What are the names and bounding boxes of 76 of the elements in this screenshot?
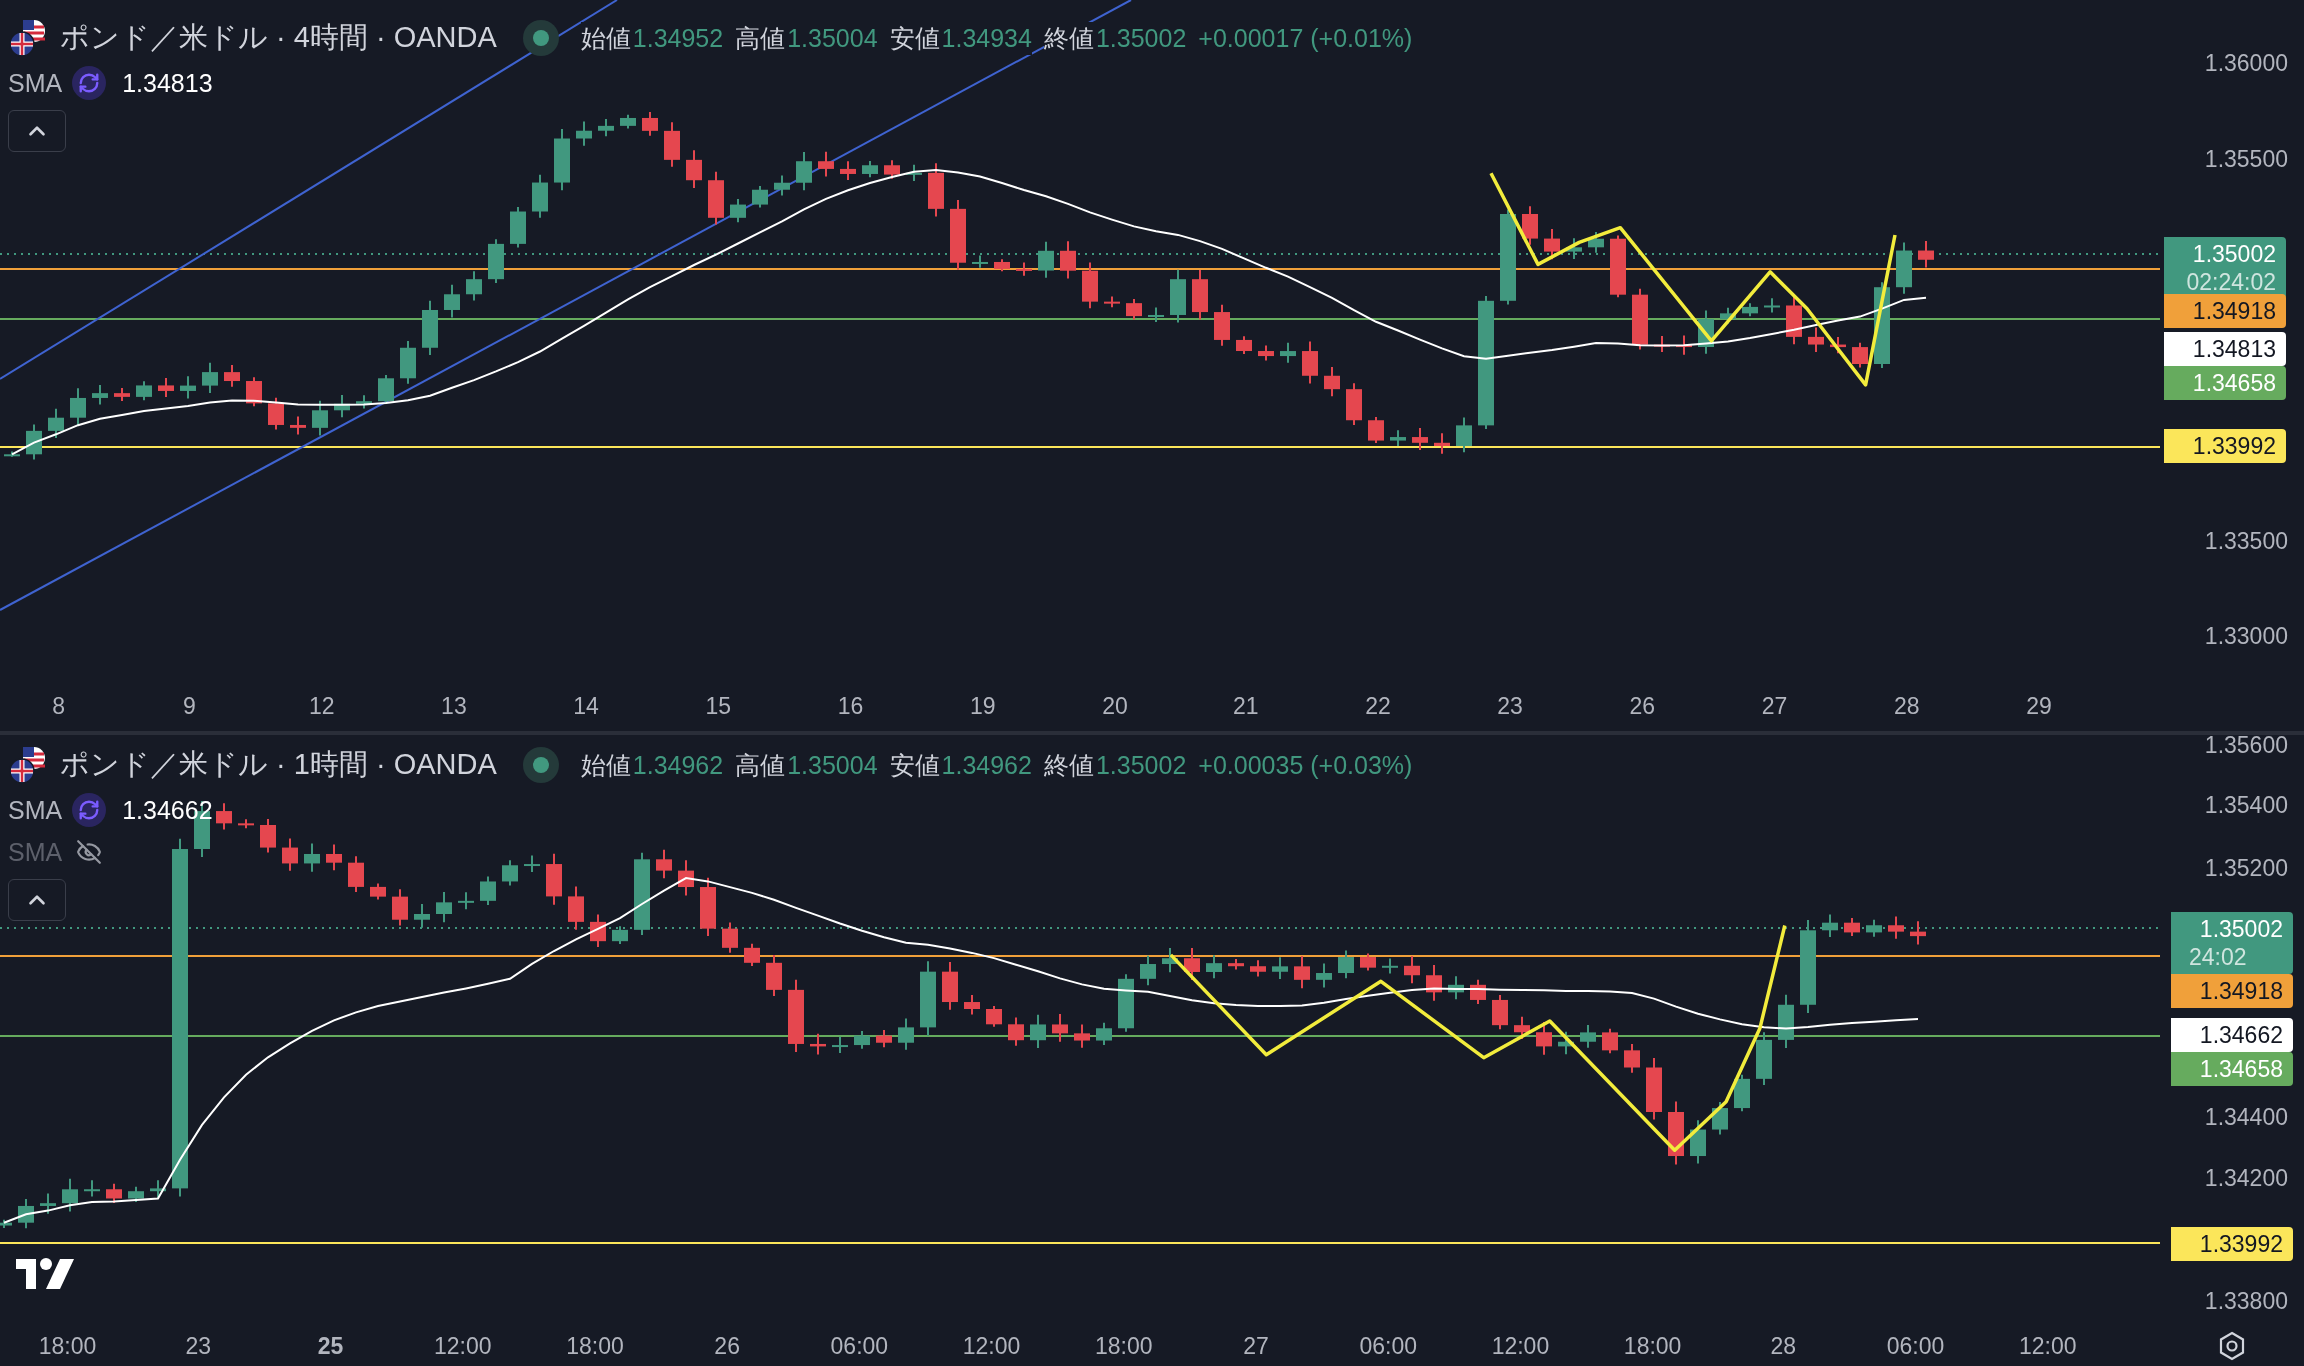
time-axis-label: 22 — [1365, 692, 1391, 719]
price-axis-label: 1.35600 — [2204, 731, 2288, 759]
price-axis-label: 1.34400 — [2204, 1103, 2288, 1131]
time-axis-label: 12:00 — [433, 1332, 492, 1359]
time-axis-label: 06:00 — [1886, 1332, 1945, 1359]
price-axis-label: 1.36000 — [2204, 49, 2288, 77]
time-axis-label: 27 — [1761, 692, 1788, 719]
time-axis-label: 13 — [441, 692, 467, 719]
time-axis-label: 18:00 — [1623, 1332, 1682, 1359]
ohlc-label: 高値 — [735, 22, 786, 54]
price-change: +0.00017 (+0.01%) — [1198, 23, 1413, 53]
price-axis-label: 1.35500 — [2204, 145, 2288, 173]
ohlc-label: 安値 — [889, 749, 940, 781]
price-axis-label: 1.34200 — [2204, 1164, 2288, 1192]
ohlc-label: 始値 — [580, 22, 631, 54]
time-axis-label: 25 — [317, 1332, 344, 1359]
time-axis-label: 26 — [714, 1332, 740, 1359]
indicator-value: 1.34662 — [122, 795, 213, 825]
ohlc-label: 終値 — [1043, 749, 1094, 781]
time-axis-label: 8 — [52, 692, 66, 719]
price-tag: 1.34813 — [2164, 332, 2286, 366]
price-tag: 1.33992 — [2164, 429, 2286, 463]
ohlc-label: 始値 — [580, 749, 631, 781]
price-tag: 1.33992 — [2171, 1227, 2293, 1261]
price-tag: 1.35002 24:02 — [2171, 912, 2293, 974]
time-axis-label: 16 — [837, 692, 864, 719]
ohlc-value: 1.34952 — [632, 23, 724, 53]
time-axis-label: 28 — [1770, 1332, 1797, 1359]
time-axis-label: 28 — [1893, 692, 1920, 719]
chart-symbol-title: ポンド／米ドル · 1時間 · OANDA — [60, 747, 497, 782]
price-tag: 1.34918 — [2164, 294, 2286, 328]
price-tag: 1.34658 — [2171, 1052, 2293, 1086]
time-axis-label: 20 — [1102, 692, 1128, 719]
time-axis-label: 18:00 — [566, 1332, 624, 1359]
time-axis-label: 12:00 — [962, 1332, 1021, 1359]
time-axis-label: 26 — [1629, 692, 1656, 719]
time-axis-label: 12:00 — [2019, 1332, 2077, 1359]
price-axis-label: 1.33000 — [2204, 622, 2288, 650]
price-axis-label: 1.33800 — [2204, 1287, 2288, 1315]
time-axis-label: 12:00 — [1491, 1332, 1550, 1359]
time-axis-label: 9 — [183, 692, 196, 719]
ohlc-value: 1.34962 — [632, 750, 724, 780]
price-tag: 1.34662 — [2171, 1018, 2293, 1052]
ohlc-value: 1.35004 — [787, 750, 878, 780]
indicator-name: SMA — [8, 795, 63, 825]
price-axis-label: 1.33500 — [2204, 527, 2288, 555]
price-axis-label: 1.35400 — [2204, 791, 2288, 819]
time-axis-label: 27 — [1243, 1332, 1269, 1359]
chart-symbol-title: ポンド／米ドル · 4時間 · OANDA — [60, 20, 497, 55]
price-tag: 1.34658 — [2164, 366, 2286, 400]
time-axis-label: 23 — [1497, 692, 1523, 719]
price-axis-label: 1.35200 — [2204, 854, 2288, 882]
time-axis-label: 29 — [2026, 692, 2052, 719]
ohlc-label: 安値 — [889, 22, 940, 54]
ohlc-value: 1.34962 — [941, 750, 1032, 780]
ohlc-value: 1.35002 — [1095, 23, 1187, 53]
price-tag: 1.34918 — [2171, 974, 2293, 1008]
indicator-name: SMA — [8, 68, 63, 98]
indicator-name: SMA — [8, 837, 63, 867]
indicator-value: 1.34813 — [122, 68, 213, 98]
time-axis-label: 18:00 — [1095, 1332, 1153, 1359]
time-axis-label: 18:00 — [38, 1332, 97, 1359]
ohlc-label: 高値 — [735, 749, 786, 781]
ohlc-value: 1.35002 — [1095, 750, 1187, 780]
time-axis-label: 19 — [969, 692, 996, 719]
time-axis-label: 12 — [308, 692, 335, 719]
time-axis-label: 23 — [185, 1332, 212, 1359]
price-change: +0.00035 (+0.03%) — [1198, 750, 1413, 780]
time-axis-label: 21 — [1232, 692, 1259, 719]
ohlc-value: 1.35004 — [787, 23, 878, 53]
ohlc-value: 1.34934 — [941, 23, 1032, 53]
time-axis-label: 14 — [573, 692, 599, 719]
time-axis-label: 06:00 — [830, 1332, 889, 1359]
time-axis-label: 06:00 — [1359, 1332, 1417, 1359]
ohlc-label: 終値 — [1043, 22, 1094, 54]
time-axis-label: 15 — [705, 692, 732, 719]
